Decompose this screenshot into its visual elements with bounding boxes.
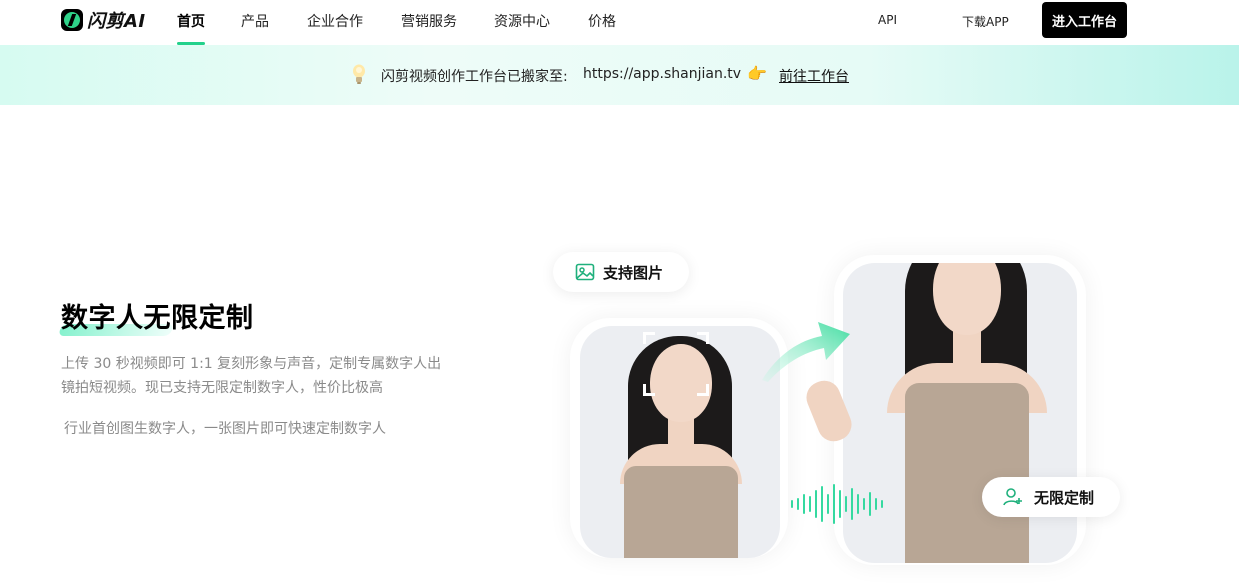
lightbulb-icon [353, 64, 365, 84]
nav-item-enterprise[interactable]: 企业合作 [307, 11, 363, 31]
add-user-icon [1003, 488, 1022, 506]
image-icon [575, 263, 595, 281]
logo-text: 闪剪AI [87, 11, 146, 32]
nav-item-products[interactable]: 产品 [241, 11, 269, 31]
banner-url: https://app.shanjian.tv [583, 66, 742, 82]
source-photo [580, 326, 780, 558]
hero-title: 数字人无限定制 [61, 303, 254, 334]
focus-frame-top-left [643, 332, 655, 344]
badge-unlimited-custom: 无限定制 [982, 477, 1120, 517]
focus-frame-top-right [697, 332, 709, 344]
top-nav: 闪剪AI 首页 产品 企业合作 营销服务 资源中心 价格 API 下载APP 进… [0, 0, 1239, 45]
nav-item-pricing[interactable]: 价格 [588, 11, 616, 31]
go-to-workspace-link[interactable]: 前往工作台 [779, 66, 849, 86]
nav-item-marketing[interactable]: 营销服务 [401, 11, 457, 31]
nav-item-resources[interactable]: 资源中心 [494, 11, 550, 31]
badge-custom-label: 无限定制 [1034, 488, 1095, 507]
hero-description: 上传 30 秒视频即可 1:1 复刻形象与声音，定制专属数字人出镜拍短视频。现已… [61, 356, 442, 396]
nav-item-home[interactable]: 首页 [177, 11, 205, 31]
badge-support-label: 支持图片 [603, 263, 664, 282]
focus-frame-bottom-left [643, 384, 655, 396]
enter-workspace-button[interactable]: 进入工作台 [1042, 2, 1127, 38]
voice-waveform-icon [791, 484, 883, 524]
banner-message: 闪剪视频创作工作台已搬家至: [381, 69, 568, 85]
logo[interactable]: 闪剪AI [61, 9, 146, 32]
pointing-hand-icon: 👉 [747, 64, 767, 83]
download-app-link[interactable]: 下载APP [962, 13, 1009, 30]
logo-icon [61, 9, 83, 31]
api-link[interactable]: API [878, 13, 897, 27]
transform-arrow-icon [762, 322, 850, 382]
notice-banner: 闪剪视频创作工作台已搬家至: https://app.shanjian.tv 👉… [0, 45, 1239, 105]
badge-support-image: 支持图片 [553, 252, 689, 292]
focus-frame-bottom-right [697, 384, 709, 396]
hero-subdescription: 行业首创图生数字人，一张图片即可快速定制数字人 [64, 421, 386, 437]
